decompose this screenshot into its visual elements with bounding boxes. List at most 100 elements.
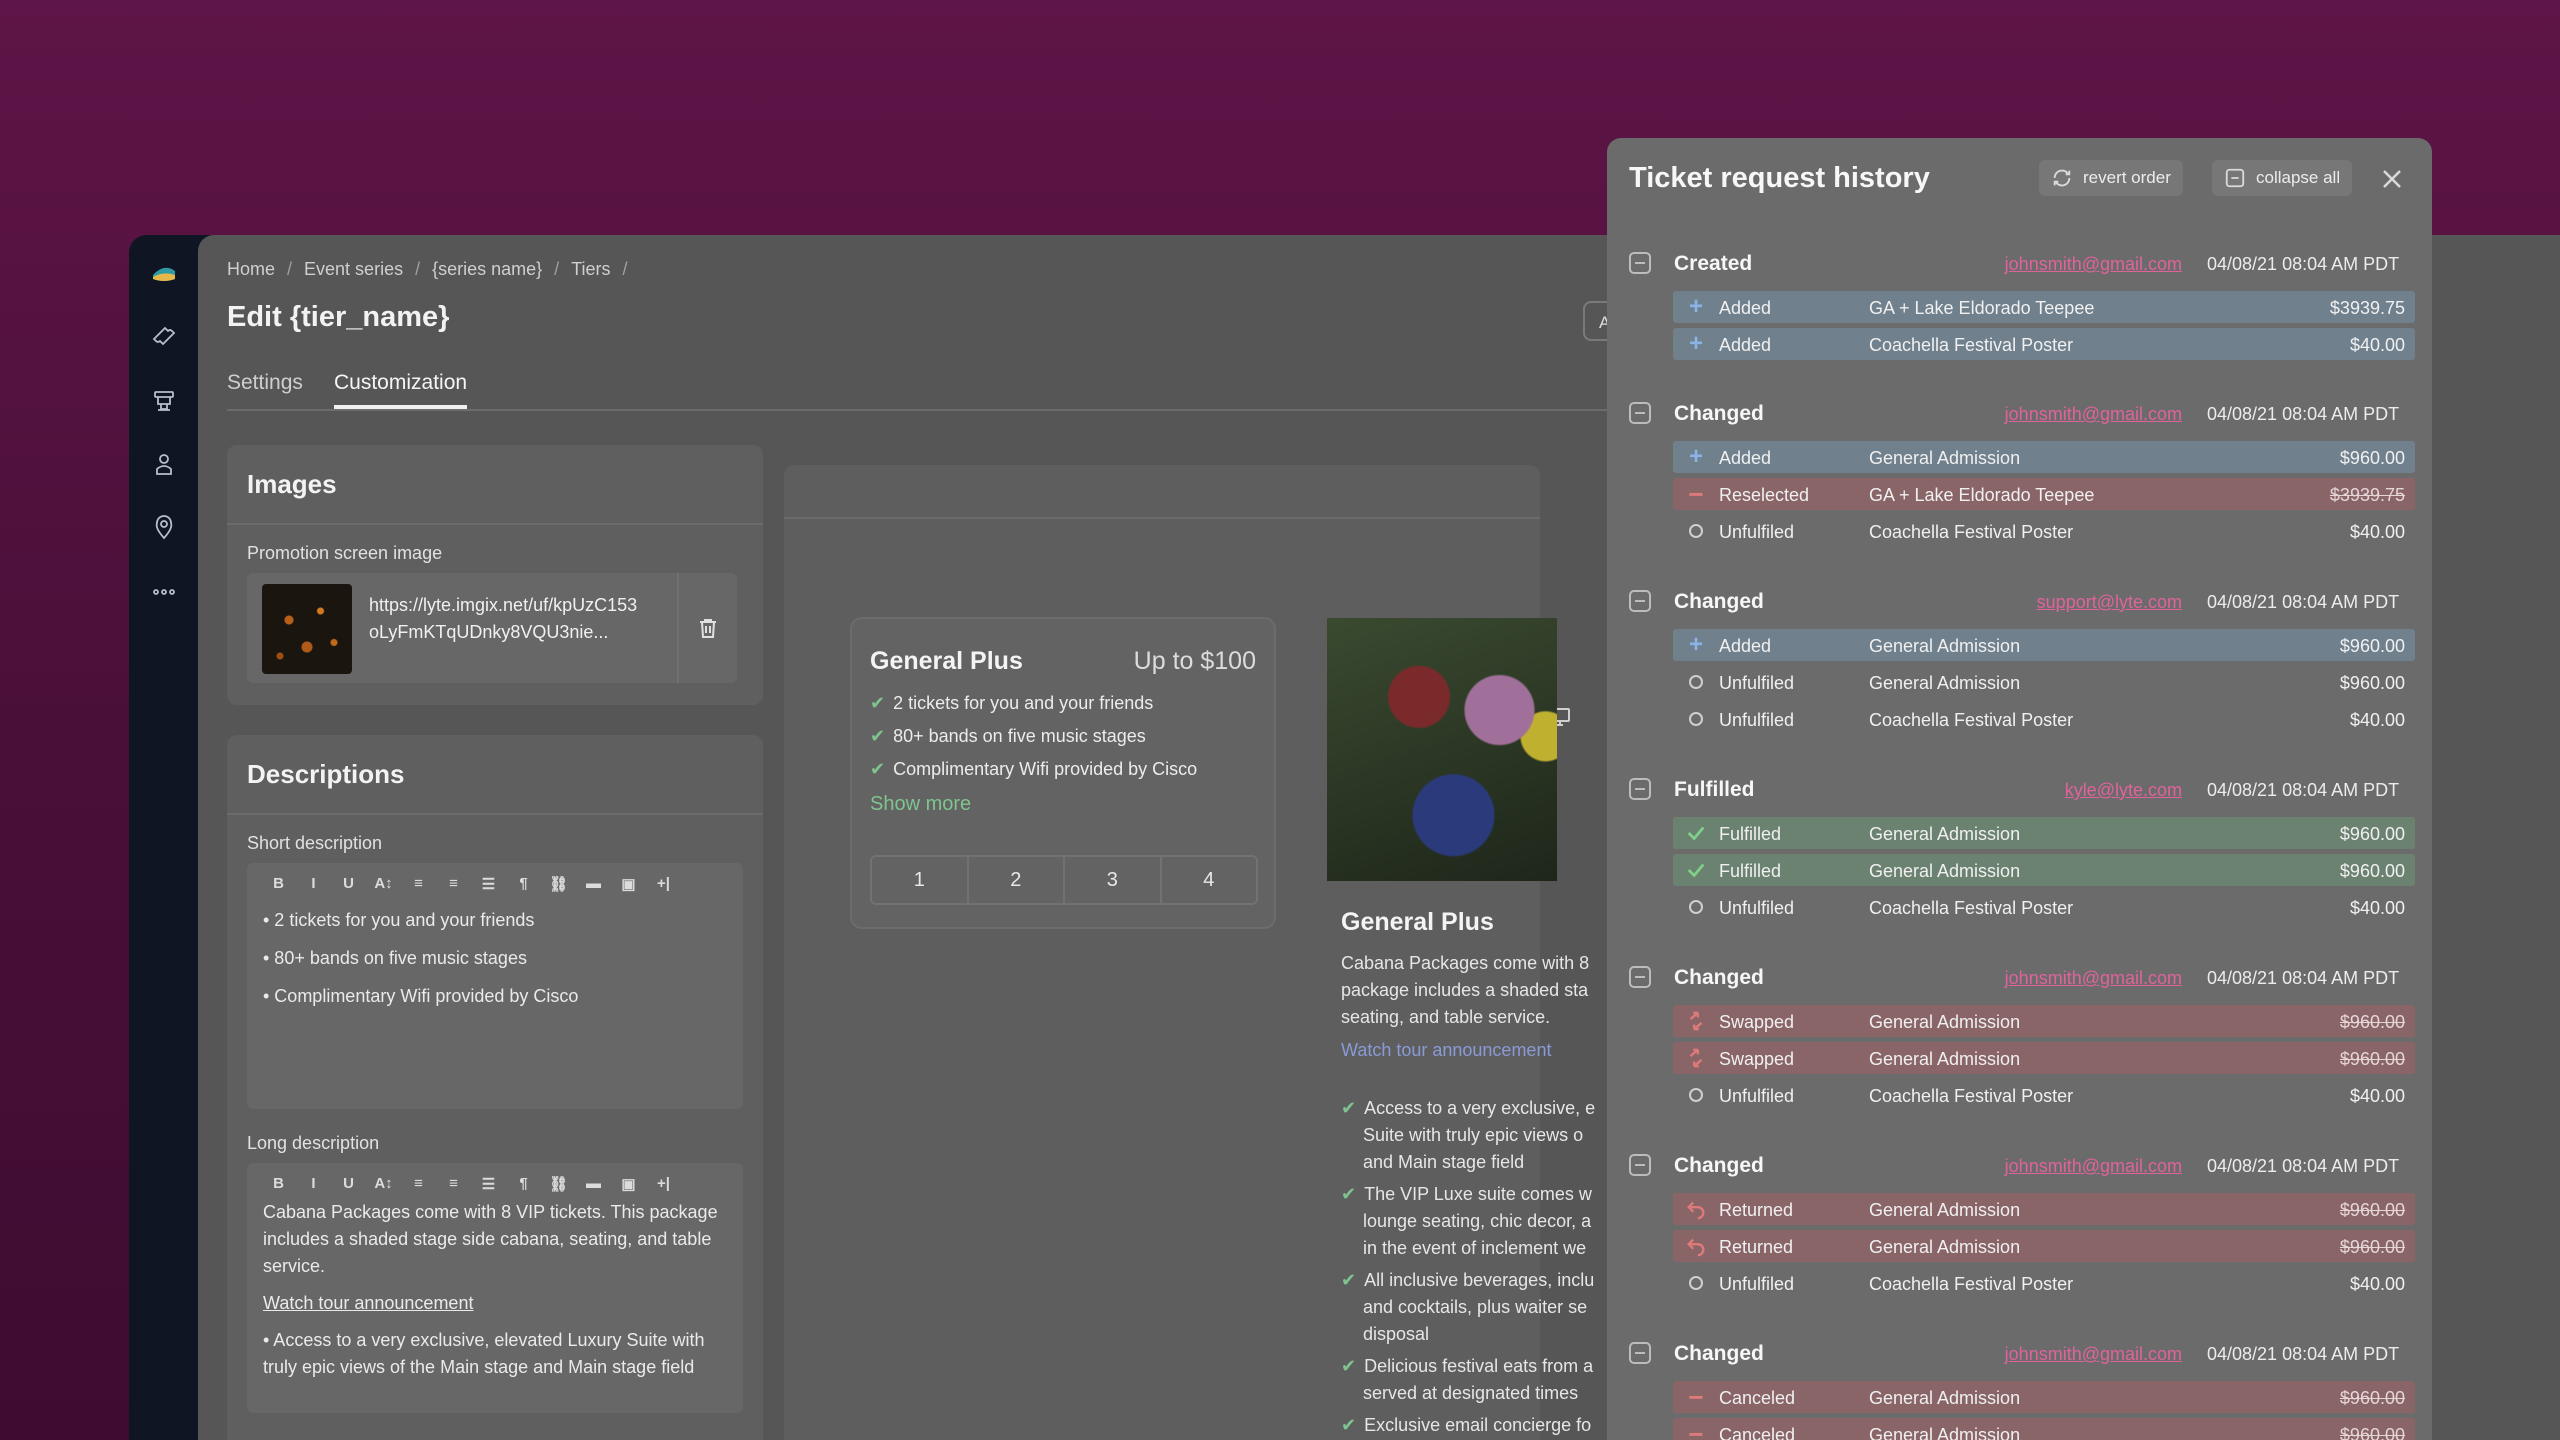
insert-button[interactable]: +| (646, 875, 681, 893)
align-left-button[interactable]: ≡ (401, 875, 436, 893)
quantity-option[interactable]: 4 (1162, 857, 1257, 903)
image-button[interactable]: ▣ (611, 1175, 646, 1193)
history-row: Swapped General Admission $960.00 (1673, 1042, 2415, 1074)
paragraph-button[interactable]: ¶ (506, 1175, 541, 1193)
list-button[interactable]: ☰ (471, 1175, 506, 1193)
row-action: Returned (1719, 1200, 1794, 1220)
quantity-option[interactable]: 1 (872, 857, 969, 903)
group-title: Changed (1674, 590, 1764, 613)
collapse-group-icon[interactable] (1629, 590, 1651, 612)
ticket-history-drawer: Ticket request history revert order coll… (1607, 138, 2432, 1440)
row-item: Coachella Festival Poster (1869, 1086, 2074, 1106)
delete-image-button[interactable] (677, 573, 737, 683)
underline-button[interactable]: U (331, 875, 366, 893)
history-row: Unfulfiled Coachella Festival Poster $40.0… (1673, 703, 2415, 735)
row-action: Returned (1719, 1237, 1794, 1257)
row-item: General Admission (1869, 636, 2021, 656)
group-email-link[interactable]: johnsmith@gmail.com (2005, 404, 2182, 425)
promo-image-thumbnail[interactable] (262, 584, 352, 674)
group-email-link[interactable]: kyle@lyte.com (2065, 780, 2182, 801)
return-icon (1685, 1198, 1707, 1220)
trophy-icon[interactable] (147, 384, 181, 418)
folder-button[interactable]: ▬ (576, 875, 611, 893)
images-title: Images (247, 469, 337, 499)
location-pin-icon[interactable] (147, 510, 181, 544)
row-action: Added (1719, 448, 1772, 468)
italic-button[interactable]: I (296, 875, 331, 893)
return-icon (1685, 1235, 1707, 1257)
tab-settings[interactable]: Settings (227, 371, 303, 405)
group-email-link[interactable]: support@lyte.com (2037, 592, 2182, 613)
long-link[interactable]: Watch tour announcement (263, 1290, 473, 1317)
folder-button[interactable]: ▬ (576, 1175, 611, 1193)
group-email-link[interactable]: johnsmith@gmail.com (2005, 1344, 2182, 1365)
history-row: Swapped General Admission $960.00 (1673, 1005, 2415, 1037)
quantity-option[interactable]: 3 (1065, 857, 1162, 903)
more-icon[interactable] (147, 575, 181, 609)
align-left-button[interactable]: ≡ (401, 1175, 436, 1193)
row-amount: $40.00 (2349, 898, 2405, 918)
trash-icon (700, 619, 716, 638)
list-button[interactable]: ☰ (471, 875, 506, 893)
history-row: Unfulfiled Coachella Festival Poster $40.0… (1673, 891, 2415, 923)
group-email-link[interactable]: johnsmith@gmail.com (2005, 968, 2182, 989)
link-button[interactable]: ⛓ (541, 1175, 576, 1193)
images-card: Images Promotion screen image https://ly… (227, 445, 763, 705)
short-description-editor[interactable]: B I U A↕ ≡ ≡ ☰ ¶ ⛓ ▬ ▣ +| • 2 tickets fo… (247, 863, 743, 1109)
collapse-group-icon[interactable] (1629, 252, 1651, 274)
check-icon: ✔ (1341, 1098, 1357, 1118)
history-row: − Canceled General Admission $960.00 (1673, 1381, 2415, 1413)
collapse-group-icon[interactable] (1629, 778, 1651, 800)
group-email-link[interactable]: johnsmith@gmail.com (2005, 254, 2182, 275)
text-size-button[interactable]: A↕ (366, 1175, 401, 1193)
collapse-group-icon[interactable] (1629, 1154, 1651, 1176)
row-amount: $960.00 (2339, 673, 2405, 693)
short-description-label: Short description (247, 833, 383, 853)
bold-button[interactable]: B (261, 875, 296, 893)
tier-detail-link[interactable]: Watch tour announcement (1341, 1037, 1551, 1064)
paragraph-button[interactable]: ¶ (506, 875, 541, 893)
image-button[interactable]: ▣ (611, 875, 646, 893)
row-item: General Admission (1869, 1012, 2021, 1032)
group-title: Changed (1674, 1154, 1764, 1177)
row-item: Coachella Festival Poster (1869, 1274, 2074, 1294)
align-center-button[interactable]: ≡ (436, 1175, 471, 1193)
revert-order-button[interactable]: revert order (2039, 160, 2183, 196)
quantity-option[interactable]: 2 (969, 857, 1065, 903)
link-button[interactable]: ⛓ (541, 875, 576, 893)
row-item: Coachella Festival Poster (1869, 710, 2074, 730)
close-button[interactable] (2377, 164, 2407, 194)
collapse-group-icon[interactable] (1629, 1342, 1651, 1364)
row-action: Unfulfiled (1719, 1086, 1795, 1106)
italic-button[interactable]: I (296, 1175, 331, 1193)
row-action: Reselected (1719, 485, 1810, 505)
tab-customization[interactable]: Customization (334, 371, 468, 409)
collapse-group-icon[interactable] (1629, 402, 1651, 424)
tier-preview-card: General Plus Up to $100 ✔ 2 tickets for y… (850, 617, 1276, 929)
breadcrumb-series-name[interactable]: {series name} (432, 259, 542, 280)
breadcrumb-event-series[interactable]: Event series (304, 259, 403, 280)
bold-button[interactable]: B (261, 1175, 296, 1193)
row-amount: $40.00 (2349, 710, 2405, 730)
ticket-icon[interactable] (147, 319, 181, 353)
collapse-group-icon[interactable] (1629, 966, 1651, 988)
tier-detail-item: ✔ Delicious festival eats from a (1341, 1356, 1594, 1376)
circle-icon (1685, 1272, 1707, 1294)
group-timestamp: 04/08/21 08:04 AM PDT (2207, 1344, 2400, 1364)
underline-button[interactable]: U (331, 1175, 366, 1193)
collapse-all-button[interactable]: collapse all (2212, 160, 2353, 196)
history-row: Unfulfiled Coachella Festival Poster $40.0… (1673, 515, 2415, 547)
breadcrumb-home[interactable]: Home (227, 259, 275, 280)
logo-icon[interactable] (147, 255, 181, 289)
group-email-link[interactable]: johnsmith@gmail.com (2005, 1156, 2182, 1177)
text-size-button[interactable]: A↕ (366, 875, 401, 893)
user-icon[interactable] (147, 447, 181, 481)
align-center-button[interactable]: ≡ (436, 875, 471, 893)
long-description-editor[interactable]: B I U A↕ ≡ ≡ ☰ ¶ ⛓ ▬ ▣ +| Cabana Package… (247, 1163, 743, 1413)
minus-icon: − (1688, 1419, 1704, 1440)
tier-detail-item: ✔ The VIP Luxe suite comes w (1341, 1184, 1592, 1204)
insert-button[interactable]: +| (646, 1175, 681, 1193)
show-more-link[interactable]: Show more (870, 793, 971, 816)
breadcrumb-tiers[interactable]: Tiers (571, 259, 610, 280)
history-row: + Added General Admission $960.00 (1673, 629, 2415, 661)
